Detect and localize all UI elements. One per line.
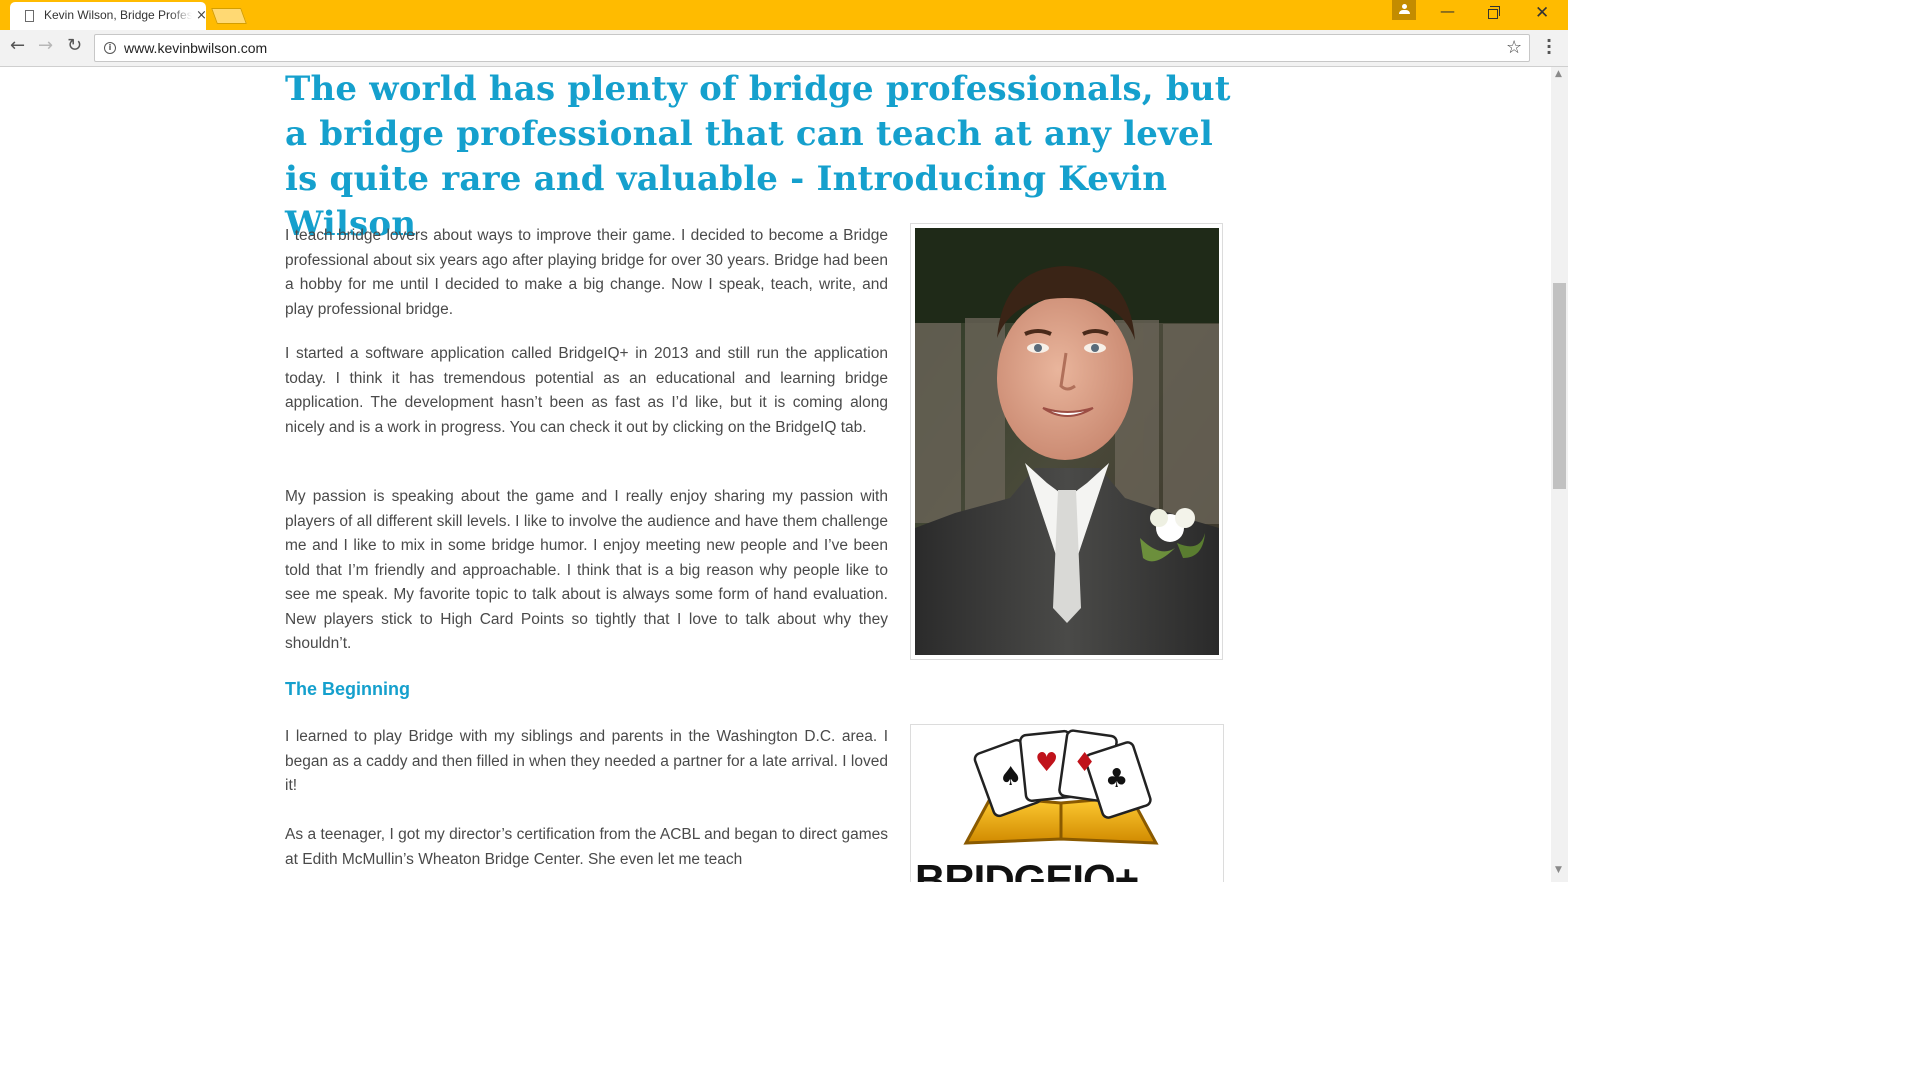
scroll-down-arrow-icon[interactable]: ▼ bbox=[1555, 865, 1562, 875]
svg-text:♠: ♠ bbox=[999, 762, 1022, 792]
section-heading-beginning: The Beginning bbox=[285, 679, 410, 699]
bridgeiq-logo: ♠ ♥ ♦ ♣ bbox=[963, 729, 1159, 845]
intro-paragraph: I teach bridge lovers about ways to impr… bbox=[285, 227, 888, 318]
kevin-wilson-portrait bbox=[915, 228, 1219, 655]
profile-avatar-icon[interactable] bbox=[1392, 0, 1416, 20]
restore-window-button[interactable] bbox=[1488, 6, 1500, 19]
teenager-paragraph: As a teenager, I got my director’s certi… bbox=[285, 826, 888, 868]
reload-icon[interactable]: ↻ bbox=[67, 35, 82, 56]
beginning-paragraph: I learned to play Bridge with my sibling… bbox=[285, 728, 888, 794]
url-text[interactable]: www.kevinbwilson.com bbox=[124, 40, 267, 56]
minimize-window-button[interactable]: — bbox=[1440, 2, 1455, 20]
back-arrow-icon[interactable]: ← bbox=[10, 35, 25, 56]
page-scrollbar[interactable]: ▲ ▼ bbox=[1551, 67, 1568, 882]
browser-title-bar: Kevin Wilson, Bridge Professional × — ✕ bbox=[0, 0, 1568, 30]
page-heading: The world has plenty of bridge professio… bbox=[285, 69, 1231, 244]
browser-toolbar: ← → ↻ i www.kevinbwilson.com ☆ · · · bbox=[0, 30, 1568, 67]
svg-text:♥: ♥ bbox=[1035, 748, 1058, 778]
bridgeiq-paragraph: I started a software application called … bbox=[285, 345, 888, 436]
page-viewport: The world has plenty of bridge professio… bbox=[0, 67, 1551, 882]
browser-tab[interactable]: Kevin Wilson, Bridge Professional × bbox=[10, 2, 207, 30]
bridgeiq-wordmark: BRIDGEIQ+ bbox=[915, 856, 1139, 882]
portrait-photo-frame bbox=[910, 223, 1223, 660]
document-icon bbox=[25, 10, 34, 22]
browser-menu-icon[interactable]: · · · bbox=[1546, 33, 1552, 61]
bookmark-star-icon[interactable]: ☆ bbox=[1506, 37, 1522, 58]
address-bar[interactable]: i www.kevinbwilson.com ☆ bbox=[94, 34, 1530, 62]
close-window-button[interactable]: ✕ bbox=[1535, 3, 1549, 23]
scroll-up-arrow-icon[interactable]: ▲ bbox=[1555, 69, 1562, 79]
scrollbar-thumb[interactable] bbox=[1553, 283, 1566, 489]
passion-paragraph: My passion is speaking about the game an… bbox=[285, 488, 888, 652]
bridgeiq-logo-frame: ♠ ♥ ♦ ♣ BRIDGEIQ+ bbox=[910, 724, 1224, 882]
svg-text:♦: ♦ bbox=[1073, 748, 1096, 778]
forward-arrow-icon[interactable]: → bbox=[38, 35, 53, 56]
new-tab-button[interactable] bbox=[211, 8, 247, 24]
site-info-icon[interactable]: i bbox=[104, 42, 116, 54]
svg-text:♣: ♣ bbox=[1105, 764, 1128, 794]
tab-title: Kevin Wilson, Bridge Professional bbox=[44, 8, 192, 22]
close-tab-icon[interactable]: × bbox=[196, 8, 207, 23]
